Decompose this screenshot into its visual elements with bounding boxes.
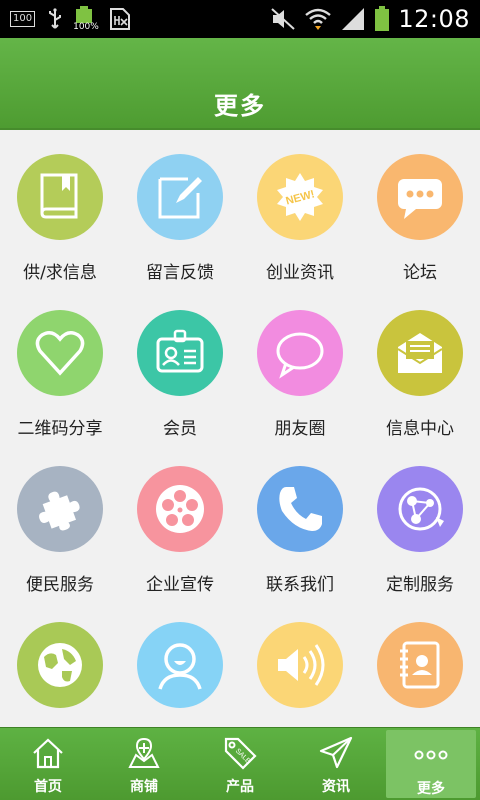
grid-item-moments[interactable]: 朋友圈 [240, 286, 360, 442]
new-badge-icon: NEW! [277, 173, 323, 221]
status-bar: 100 100% 12:08 [0, 0, 480, 38]
grid-item-corporate-promo[interactable]: 企业宣传 [120, 442, 240, 598]
battery-percent-text: 100% [73, 22, 99, 32]
battery-icon [375, 6, 390, 31]
grid-icon-circle [377, 622, 463, 708]
grid-icon-circle [257, 622, 343, 708]
bottom-nav: 首页 商铺 SALE 产品 资讯 更多 [0, 727, 480, 800]
feature-grid: 供/求信息 留言反馈 NEW! 创业资讯 论坛 二维码分享 会员 朋友圈 信息中… [0, 130, 480, 727]
grid-icon-circle [377, 466, 463, 552]
user-icon [158, 643, 202, 690]
status-right-icons: 12:08 [270, 4, 470, 34]
grid-icon-circle [17, 154, 103, 240]
grid-icon-circle [257, 310, 343, 396]
grid-item-forum[interactable]: 论坛 [360, 130, 480, 286]
page-title: 更多 [214, 92, 266, 120]
grid-icon-circle: NEW! [257, 154, 343, 240]
signal-icon [342, 8, 365, 30]
grid-item-message-center[interactable]: 信息中心 [360, 286, 480, 442]
clock: 12:08 [398, 5, 470, 33]
heart-icon [35, 331, 85, 376]
grid-item-label: 企业宣传 [146, 575, 214, 595]
grid-icon-circle [137, 154, 223, 240]
grid-item-feedback[interactable]: 留言反馈 [120, 130, 240, 286]
speaker-icon [278, 644, 325, 686]
grid-item-qr-share[interactable]: 二维码分享 [0, 286, 120, 442]
puzzle-icon [39, 491, 80, 531]
home-icon [33, 738, 63, 769]
nav-label: 更多 [417, 781, 445, 797]
chat-bubble-icon [398, 179, 442, 219]
nav-home[interactable]: 首页 [0, 728, 96, 800]
grid-item-label: 会员 [163, 419, 197, 439]
mail-icon [397, 333, 443, 373]
grid-item-label: 朋友圈 [274, 419, 326, 439]
sale-tag-icon: SALE [224, 737, 257, 770]
grid-item-contact-us[interactable]: 联系我们 [240, 442, 360, 598]
grid-item-label: 留言反馈 [146, 263, 214, 283]
id-card-icon [156, 329, 204, 373]
sd-card-icon [110, 8, 131, 30]
wifi-icon [305, 8, 332, 30]
phone-icon [279, 487, 322, 531]
grid-item-label: 二维码分享 [17, 419, 103, 439]
grid-icon-circle [257, 466, 343, 552]
edit-icon [158, 177, 202, 219]
film-reel-icon [156, 485, 204, 533]
speech-bubble-icon [276, 332, 324, 379]
grid-item-contacts[interactable] [360, 598, 480, 727]
grid-icon-circle [17, 310, 103, 396]
grid-item-startup-news[interactable]: NEW! 创业资讯 [240, 130, 360, 286]
book-icon [40, 173, 78, 219]
grid-item-label: 论坛 [403, 263, 437, 283]
usb-icon [49, 8, 62, 29]
grid-item-member[interactable]: 会员 [120, 286, 240, 442]
grid-item-globe[interactable] [0, 598, 120, 727]
grid-icon-circle [377, 310, 463, 396]
notification-badge: 100 [10, 11, 36, 27]
shop-icon [128, 737, 160, 768]
grid-icon-circle [377, 154, 463, 240]
grid-icon-circle [137, 622, 223, 708]
grid-icon-circle [137, 310, 223, 396]
battery-full-notification-icon: 100% [73, 6, 99, 32]
contacts-book-icon [400, 641, 440, 689]
nav-label: 资讯 [322, 779, 350, 795]
header-bar: 更多 [0, 38, 480, 130]
grid-icon-circle [137, 466, 223, 552]
grid-item-user[interactable] [120, 598, 240, 727]
grid-item-speaker[interactable] [240, 598, 360, 727]
nav-label: 首页 [34, 779, 62, 795]
mute-icon [271, 8, 296, 30]
grid-item-label: 供/求信息 [23, 263, 97, 283]
grid-item-label: 创业资讯 [266, 263, 334, 283]
grid-icon-circle [17, 466, 103, 552]
grid-item-label: 信息中心 [386, 419, 454, 439]
grid-item-label: 便民服务 [26, 575, 94, 595]
network-icon [398, 487, 444, 531]
grid-icon-circle [17, 622, 103, 708]
nav-shop[interactable]: 商铺 [96, 728, 192, 800]
grid-item-convenience-services[interactable]: 便民服务 [0, 442, 120, 598]
grid-item-supply-demand[interactable]: 供/求信息 [0, 130, 120, 286]
status-left-icons: 100 100% [10, 6, 131, 32]
nav-label: 商铺 [130, 779, 158, 795]
nav-label: 产品 [226, 779, 254, 795]
more-dots-icon [414, 750, 448, 760]
nav-products[interactable]: SALE 产品 [192, 728, 288, 800]
nav-news[interactable]: 资讯 [288, 728, 384, 800]
globe-icon [38, 643, 82, 687]
paper-plane-icon [319, 736, 353, 769]
nav-more[interactable]: 更多 [386, 730, 476, 798]
grid-item-custom-services[interactable]: 定制服务 [360, 442, 480, 598]
grid-item-label: 定制服务 [386, 575, 454, 595]
grid-item-label: 联系我们 [266, 575, 334, 595]
